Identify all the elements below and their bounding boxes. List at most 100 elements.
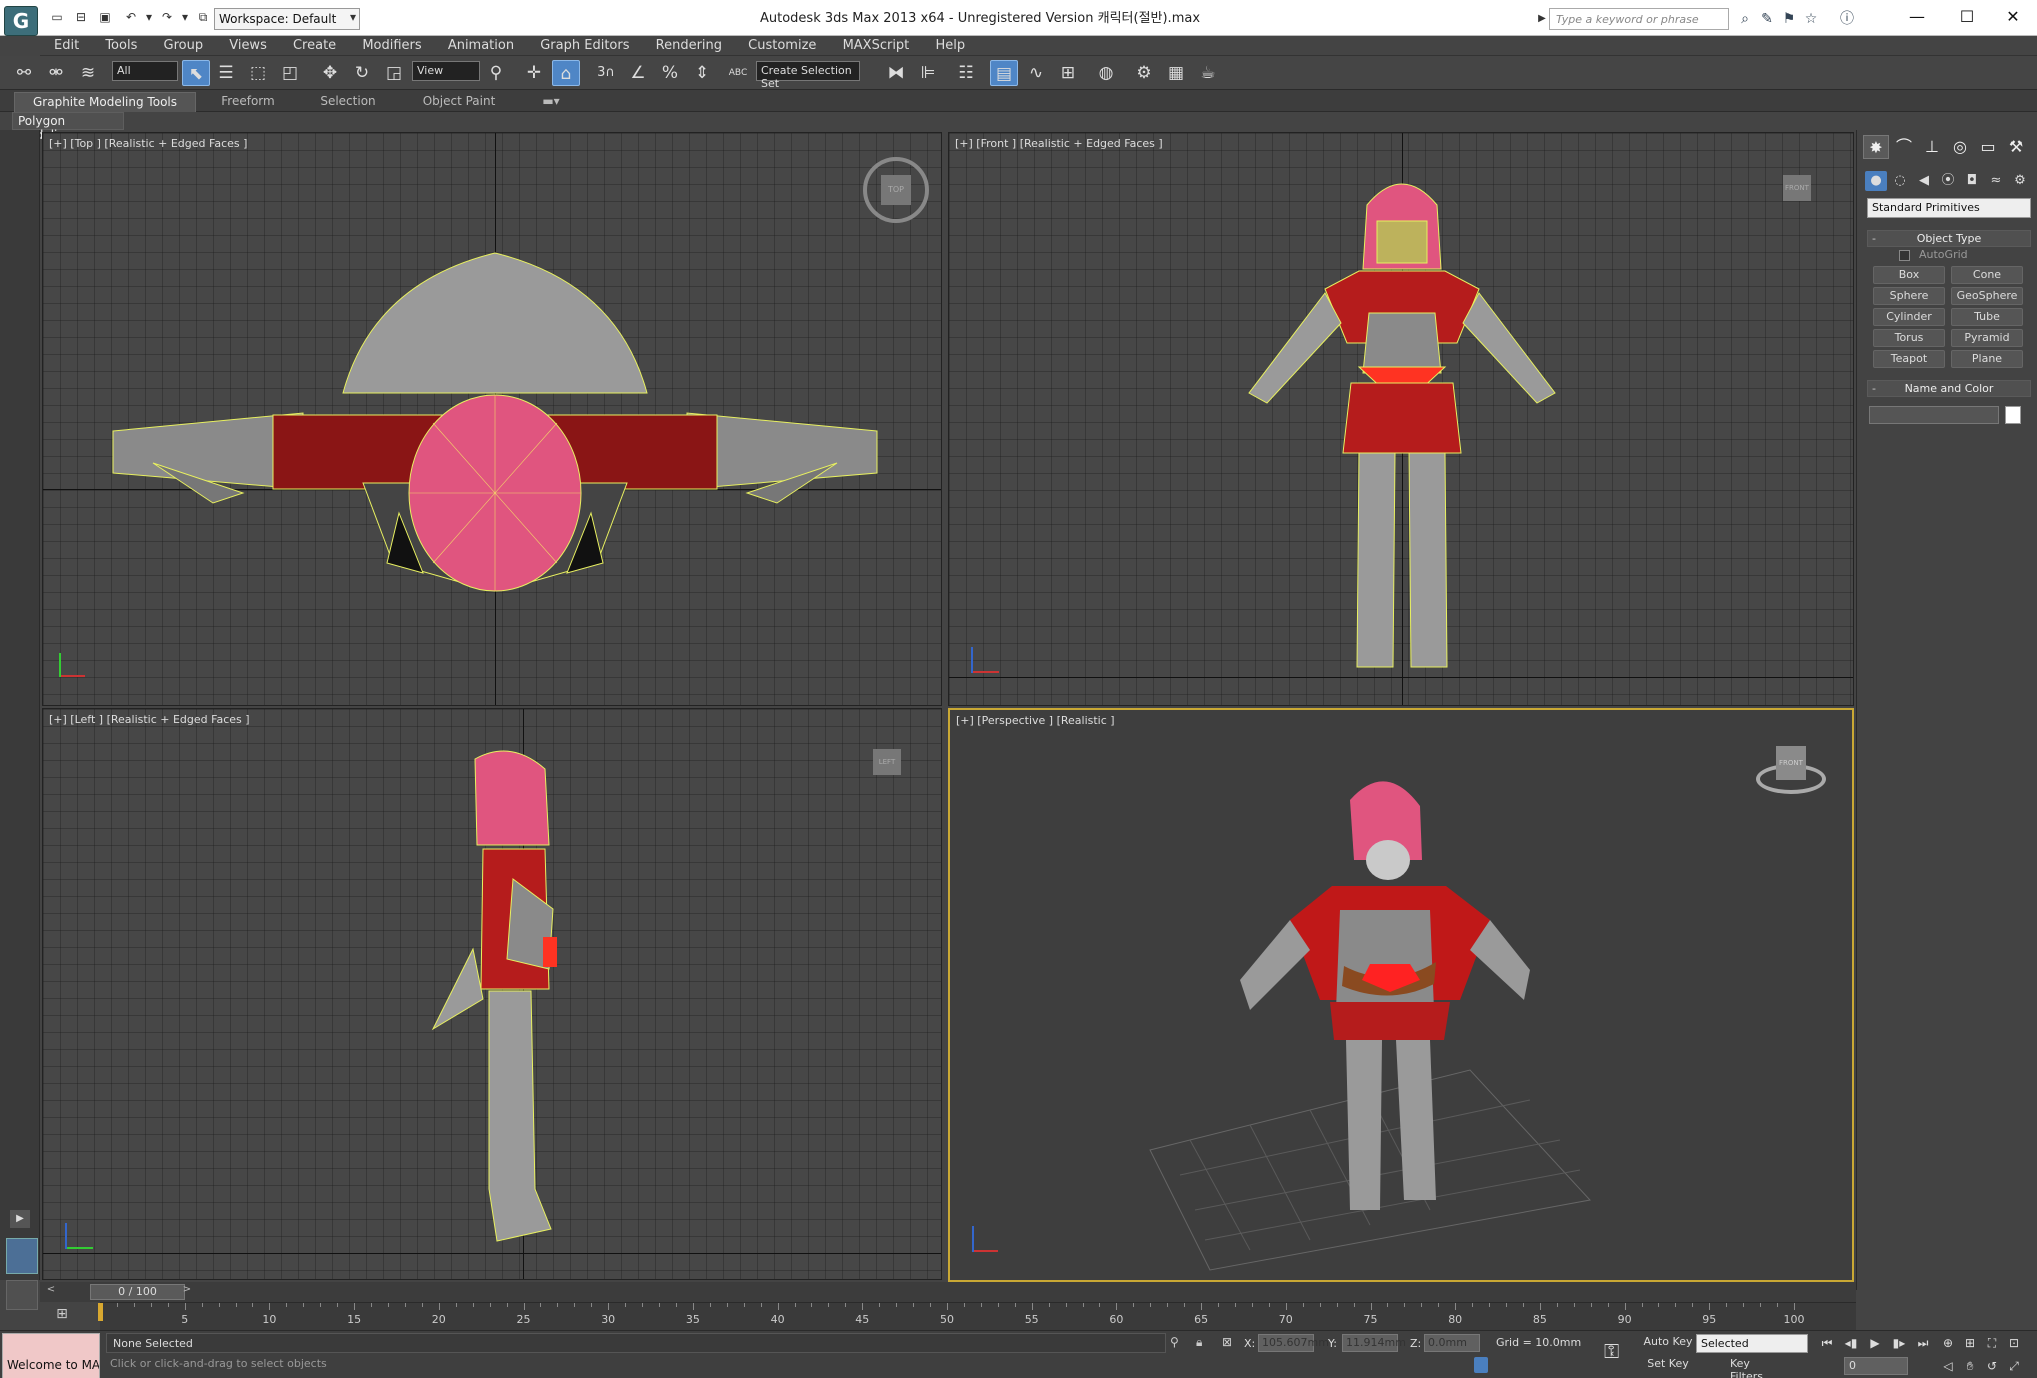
ribbon-options-icon[interactable]: ▬▾ — [536, 92, 566, 112]
select-by-name-icon[interactable]: ☰ — [212, 60, 240, 86]
object-name-field[interactable] — [1869, 406, 1999, 424]
previous-key-icon[interactable]: ◂▮ — [1840, 1334, 1862, 1352]
next-key-icon[interactable]: ▮▸ — [1888, 1334, 1910, 1352]
current-frame-marker[interactable] — [98, 1303, 103, 1321]
curve-editor-icon[interactable]: ∿ — [1022, 60, 1050, 86]
isolate-selection-icon[interactable]: ⚲ — [1170, 1335, 1179, 1349]
favorites-star-icon[interactable]: ☆ — [1800, 8, 1822, 30]
unlink-selection-icon[interactable]: ⚮ — [42, 60, 70, 86]
plane-button[interactable]: Plane — [1951, 350, 2023, 368]
select-and-scale-icon[interactable]: ◲ — [380, 60, 408, 86]
align-icon[interactable]: ⊫ — [914, 60, 942, 86]
x-coordinate-field[interactable]: 105.607mm — [1258, 1334, 1329, 1352]
motion-tab-icon[interactable]: ◎ — [1947, 135, 1973, 159]
menu-maxscript[interactable]: MAXScript — [843, 36, 910, 53]
adaptive-degradation-icon[interactable] — [1474, 1357, 1488, 1373]
cylinder-button[interactable]: Cylinder — [1873, 308, 1945, 326]
maximize-button[interactable]: ☐ — [1944, 3, 1990, 31]
layer-manager-icon[interactable]: ☷ — [952, 60, 980, 86]
menu-customize[interactable]: Customize — [748, 36, 816, 53]
autogrid-checkbox[interactable] — [1899, 250, 1910, 261]
communication-icon[interactable]: ⚑ — [1778, 8, 1800, 30]
open-file-icon[interactable]: ⊟ — [72, 9, 90, 25]
mirror-icon[interactable]: ⧓ — [882, 60, 910, 86]
next-frame-icon[interactable]: > — [180, 1284, 194, 1300]
undo-icon[interactable]: ↶ — [122, 9, 140, 25]
track-bar[interactable]: 5 10 15 20 25 30 35 40 45 50 55 60 65 70 75 80 85 90 95 100 — [98, 1302, 1856, 1332]
minimize-button[interactable]: — — [1894, 3, 1940, 31]
utilities-tab-icon[interactable]: ⚒ — [2003, 135, 2029, 159]
character-top-view[interactable] — [43, 133, 942, 706]
snaps-toggle-icon[interactable]: 3∩ — [592, 60, 620, 86]
menu-tools[interactable]: Tools — [105, 36, 137, 53]
set-key-button[interactable]: Set Key — [1642, 1357, 1694, 1375]
cameras-icon[interactable]: ⦿ — [1937, 171, 1959, 191]
character-left-view[interactable] — [43, 709, 942, 1280]
mini-curve-editor-icon[interactable]: ⊞ — [50, 1302, 74, 1326]
viewcube-left[interactable]: LEFT — [873, 749, 901, 775]
time-slider-thumb[interactable]: 0 / 100 — [90, 1284, 185, 1300]
key-filters-button[interactable]: Key Filters... — [1730, 1357, 1790, 1378]
search-input[interactable]: Type a keyword or phrase — [1549, 8, 1729, 30]
expand-strip-icon[interactable]: ▶ — [10, 1210, 30, 1228]
viewport-front-label[interactable]: [+] [Front ] [Realistic + Edged Faces ] — [955, 137, 1163, 150]
search-expand-icon[interactable]: ▶ — [1536, 8, 1548, 30]
object-type-rollout[interactable]: - Object Type — [1867, 230, 2031, 247]
shapes-icon[interactable]: ◌ — [1889, 171, 1911, 191]
maximize-viewport-icon[interactable]: ⤢ — [2004, 1357, 2024, 1375]
key-mode-dropdown[interactable]: Selected — [1696, 1334, 1808, 1353]
help-icon[interactable]: ⓘ — [1836, 8, 1858, 30]
set-key-mode-icon[interactable]: ⚿ — [1604, 1339, 1619, 1363]
named-selection-sets-dropdown[interactable]: Create Selection Set — [756, 61, 860, 90]
menu-group[interactable]: Group — [164, 36, 204, 53]
selection-lock-icon[interactable]: 🔒︎ — [1196, 1335, 1202, 1350]
viewport-layout-tab-icon[interactable] — [6, 1238, 38, 1274]
menu-modifiers[interactable]: Modifiers — [362, 36, 421, 53]
select-and-move-icon[interactable]: ✥ — [316, 60, 344, 86]
absolute-mode-icon[interactable]: ⊠ — [1222, 1335, 1232, 1349]
graphite-toggle-icon[interactable]: ▤ — [990, 60, 1018, 86]
schematic-view-icon[interactable]: ⊞ — [1054, 60, 1082, 86]
geosphere-button[interactable]: GeoSphere — [1951, 287, 2023, 305]
box-button[interactable]: Box — [1873, 266, 1945, 284]
select-object-icon[interactable]: ⬉ — [182, 60, 210, 86]
zoom-extents-all-icon[interactable]: ⊡ — [2004, 1334, 2024, 1352]
menu-create[interactable]: Create — [293, 36, 336, 53]
current-frame-field[interactable]: 0 — [1844, 1357, 1908, 1375]
menu-animation[interactable]: Animation — [448, 36, 514, 53]
previous-frame-icon[interactable]: < — [44, 1284, 58, 1300]
workspace-chevron-icon[interactable]: ▾ — [344, 9, 362, 25]
helpers-icon[interactable]: ◘ — [1961, 171, 1983, 191]
y-coordinate-field[interactable]: 11.914mm — [1342, 1334, 1406, 1352]
select-and-manipulate-icon[interactable]: ✛ — [520, 60, 548, 86]
play-icon[interactable]: ▶ — [1864, 1334, 1886, 1352]
redo-dropdown-icon[interactable]: ▾ — [176, 9, 194, 25]
select-and-rotate-icon[interactable]: ↻ — [348, 60, 376, 86]
go-to-start-icon[interactable]: ⏮ — [1816, 1334, 1838, 1352]
viewport-top[interactable]: [+] [Top ] [Realistic + Edged Faces ] TO… — [42, 132, 942, 706]
go-to-end-icon[interactable]: ⏭ — [1912, 1334, 1934, 1352]
viewcube-top[interactable]: TOP — [881, 175, 911, 205]
display-tab-icon[interactable]: ▭ — [1975, 135, 2001, 159]
undo-dropdown-icon[interactable]: ▾ — [140, 9, 158, 25]
render-production-icon[interactable]: ☕ — [1194, 60, 1222, 86]
viewport-perspective-label[interactable]: [+] [Perspective ] [Realistic ] — [956, 714, 1115, 727]
angle-snap-icon[interactable]: ∠ — [624, 60, 652, 86]
material-editor-icon[interactable]: ◍ — [1092, 60, 1120, 86]
select-and-link-icon[interactable]: ⚯ — [10, 60, 38, 86]
tab-graphite-modeling-tools[interactable]: Graphite Modeling Tools — [14, 92, 196, 112]
pyramid-button[interactable]: Pyramid — [1951, 329, 2023, 347]
lights-icon[interactable]: ◀ — [1913, 171, 1935, 191]
viewport-top-label[interactable]: [+] [Top ] [Realistic + Edged Faces ] — [49, 137, 247, 150]
character-front-view[interactable] — [949, 133, 1854, 706]
menu-graph-editors[interactable]: Graph Editors — [540, 36, 629, 53]
systems-icon[interactable]: ⚙ — [2009, 171, 2031, 191]
zoom-icon[interactable]: ⊕ — [1938, 1334, 1958, 1352]
percent-snap-icon[interactable]: % — [656, 60, 684, 86]
menu-views[interactable]: Views — [229, 36, 267, 53]
orbit-icon[interactable]: ↺ — [1982, 1357, 2002, 1375]
workspace-dropdown[interactable]: Workspace: Default — [214, 8, 360, 30]
object-color-swatch[interactable] — [2005, 406, 2021, 424]
viewport-perspective[interactable]: [+] [Perspective ] [Realistic ] FRONT — [948, 708, 1854, 1282]
binoculars-icon[interactable]: ⌕ — [1734, 8, 1756, 30]
